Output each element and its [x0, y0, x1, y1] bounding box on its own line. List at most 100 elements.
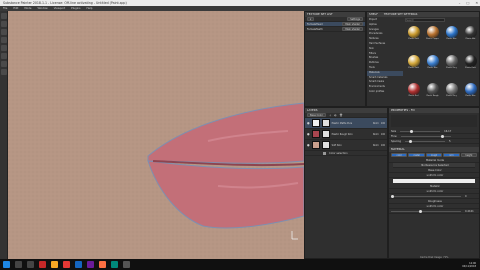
- material-sphere-icon: [445, 83, 458, 96]
- window-title: Substance Painter 2018.1.1 - License: Of…: [3, 1, 127, 5]
- shader-select[interactable]: Main shader: [342, 22, 363, 26]
- bake-icon[interactable]: [1, 69, 7, 75]
- base-color-sub: uniform color: [426, 173, 444, 177]
- material-picker-icon[interactable]: [1, 61, 7, 67]
- material-thumbnail[interactable]: Plastic Dark: [462, 54, 479, 78]
- polygon-fill-icon[interactable]: [1, 37, 7, 43]
- flow-slider[interactable]: [400, 134, 451, 138]
- texture-set-name: FemaleTeeth: [307, 27, 323, 31]
- visibility-eye-icon[interactable]: ●: [307, 132, 310, 137]
- shelf-tab[interactable]: SHELF: [369, 12, 378, 17]
- spacing-slider[interactable]: [404, 139, 445, 143]
- delete-layer-icon[interactable]: 🗑: [340, 113, 343, 118]
- material-name: Plastic Blue: [446, 38, 457, 40]
- spacing-value[interactable]: 5: [449, 139, 451, 144]
- material-thumbnail[interactable]: Plastic Grey: [443, 83, 460, 106]
- base-color-swatch[interactable]: [393, 179, 475, 183]
- mask-icon: [323, 151, 326, 155]
- store-icon[interactable]: [75, 261, 82, 268]
- clock-date: 04/11/2018: [462, 264, 476, 268]
- tool-bar: [0, 11, 8, 259]
- layers-panel: LAYERS Base Color ＋ ◐ 🗑 ● Plastic Matte P…: [304, 107, 388, 259]
- size-value[interactable]: 16.17: [444, 129, 451, 134]
- app3-icon[interactable]: [123, 261, 130, 268]
- channel-toggle-height[interactable]: height: [460, 153, 478, 157]
- material-sphere-icon: [445, 54, 458, 67]
- search-icon[interactable]: [15, 261, 22, 268]
- material-thumbnail[interactable]: Plastic Red: [405, 83, 422, 106]
- ts-dropdown[interactable]: ▾: [307, 17, 315, 21]
- material-name: Plastic Mat: [465, 38, 476, 40]
- material-thumbnail[interactable]: Plastic Rough: [424, 83, 441, 106]
- material-name: Plastic Blue: [465, 95, 476, 98]
- layer-blend[interactable]: Norm: [373, 143, 379, 148]
- eraser-icon[interactable]: [1, 21, 7, 27]
- blend-channel-select[interactable]: Base Color: [307, 113, 326, 117]
- sub-item-label: Color selection: [329, 151, 348, 155]
- layer-blend[interactable]: Norm: [373, 121, 379, 126]
- material-name: Plastic Grey: [446, 66, 457, 69]
- brush-preview: [391, 115, 477, 127]
- material-thumbnail[interactable]: Plastic Blue: [462, 83, 479, 106]
- material-thumbnail[interactable]: Plastic Copper: [424, 26, 441, 49]
- metallic-slider[interactable]: [391, 194, 461, 198]
- roughness-value[interactable]: 0.4101: [465, 209, 474, 214]
- smudge-icon[interactable]: [1, 45, 7, 51]
- layer-row[interactable]: ● Plastic Rough Skin Norm 100: [305, 129, 387, 140]
- photoshop-icon[interactable]: [99, 261, 106, 268]
- material-sphere-icon: [407, 83, 420, 96]
- material-name: Plastic Blue: [427, 66, 438, 69]
- shelf-category-color-profiles[interactable]: Color profiles: [367, 90, 403, 95]
- add-mask-icon[interactable]: ◐: [334, 113, 336, 118]
- add-layer-icon[interactable]: ＋: [329, 113, 332, 118]
- texture-set-row[interactable]: FemaleTeeth Main shader: [305, 27, 365, 32]
- layer-mask-thumbnail: [321, 130, 330, 138]
- 3d-viewport[interactable]: [8, 11, 304, 259]
- material-thumbnail[interactable]: Plastic Grey: [443, 54, 460, 78]
- channel-toggle-rough[interactable]: rough: [425, 153, 443, 157]
- material-name: Plastic Dark: [465, 66, 476, 69]
- shelf-search-input[interactable]: [405, 18, 445, 22]
- material-sphere-icon: [407, 54, 420, 67]
- material-thumbnail[interactable]: Plastic Gold: [405, 26, 422, 49]
- lip-render: [8, 11, 304, 259]
- roughness-sub: uniform color: [426, 204, 444, 208]
- projection-icon[interactable]: [1, 29, 7, 35]
- layer-row[interactable]: ● Soft Skin Norm 100: [305, 140, 387, 151]
- size-slider[interactable]: [400, 129, 441, 133]
- material-thumbnail[interactable]: Plastic Blue: [424, 54, 441, 78]
- layer-opacity[interactable]: 100: [381, 121, 387, 126]
- material-name: Plastic Rough: [426, 95, 439, 98]
- channel-toggle-nrm[interactable]: nrm: [443, 153, 460, 157]
- layer-opacity[interactable]: 100: [381, 132, 387, 137]
- layer-opacity[interactable]: 100: [381, 143, 387, 148]
- app2-icon[interactable]: [111, 261, 118, 268]
- visibility-eye-icon[interactable]: ●: [307, 121, 310, 126]
- layer-name: Soft Skin: [331, 143, 342, 147]
- visibility-eye-icon[interactable]: ●: [307, 143, 310, 148]
- material-thumbnail[interactable]: Plastic Blue: [443, 26, 460, 49]
- channel-toggle-color[interactable]: color: [391, 153, 408, 157]
- app-icon[interactable]: [87, 261, 94, 268]
- material-thumbnail[interactable]: Plastic Mat: [462, 26, 479, 49]
- texture-set-settings-tab[interactable]: TEXTURE SET SETTINGS: [384, 12, 418, 17]
- clone-icon[interactable]: [1, 53, 7, 59]
- material-thumbnail[interactable]: Plastic Gold: [405, 54, 422, 78]
- channel-toggle-metal[interactable]: metal: [408, 153, 425, 157]
- metallic-value[interactable]: 0: [465, 194, 467, 199]
- layer-row[interactable]: ● Plastic Matte Pure Norm 100: [305, 118, 387, 129]
- material-sphere-icon: [426, 54, 439, 67]
- start-icon[interactable]: [3, 261, 10, 268]
- layer-thumbnail: [311, 119, 320, 127]
- roughness-slider[interactable]: [391, 209, 461, 213]
- shader-select[interactable]: Main shader: [342, 27, 363, 31]
- settings-button[interactable]: Settings: [347, 17, 363, 21]
- task-view-icon[interactable]: [27, 261, 34, 268]
- substance-painter-icon[interactable]: [63, 261, 70, 268]
- layer-name: Plastic Matte Pure: [331, 121, 353, 125]
- material-name: Plastic Red: [408, 95, 419, 98]
- paint-brush-icon[interactable]: [1, 13, 7, 19]
- file-explorer-icon[interactable]: [51, 261, 58, 268]
- opera-icon[interactable]: [39, 261, 46, 268]
- layer-blend[interactable]: Norm: [373, 132, 379, 137]
